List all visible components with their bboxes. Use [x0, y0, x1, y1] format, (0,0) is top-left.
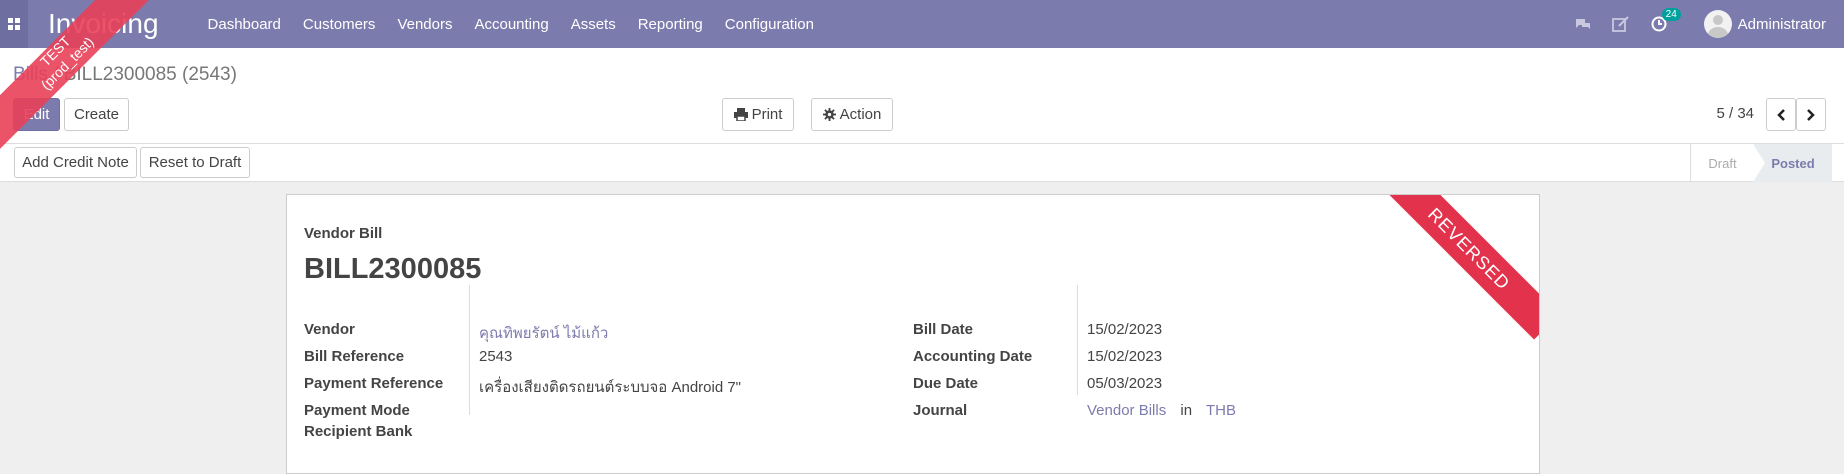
form-statusbar: Add Credit Note Reset to Draft Draft Pos… — [0, 144, 1844, 182]
pager-value[interactable]: 5 / 34 — [1716, 105, 1754, 122]
chevron-left-icon — [1777, 108, 1785, 121]
stage-draft[interactable]: Draft — [1690, 144, 1754, 182]
print-label: Print — [751, 106, 783, 123]
user-name: Administrator — [1737, 15, 1826, 33]
create-button[interactable]: Create — [64, 98, 129, 131]
add-credit-note-button[interactable]: Add Credit Note — [14, 147, 137, 178]
recipient-bank-label: Recipient Bank — [304, 423, 413, 440]
print-button[interactable]: Print — [722, 98, 794, 131]
journal-in-word: in — [1180, 402, 1193, 419]
chat-icon — [1575, 18, 1590, 29]
main-menu: Dashboard Customers Vendors Accounting A… — [197, 16, 825, 33]
reversed-ribbon: REVERSED — [1378, 195, 1539, 340]
notes-button[interactable] — [1602, 16, 1640, 32]
form-sheet: REVERSED Vendor Bill BILL2300085 Vendor … — [286, 194, 1540, 474]
print-icon — [733, 108, 748, 121]
vendor-label: Vendor — [304, 321, 355, 338]
activity-count-badge: 24 — [1661, 8, 1681, 21]
menu-item-reporting[interactable]: Reporting — [627, 16, 714, 33]
top-navbar: Invoicing Dashboard Customers Vendors Ac… — [0, 0, 1844, 48]
payment-reference-label: Payment Reference — [304, 375, 444, 392]
journal-link[interactable]: Vendor Bills — [1087, 402, 1166, 419]
menu-item-customers[interactable]: Customers — [292, 16, 387, 33]
menu-item-dashboard[interactable]: Dashboard — [197, 16, 292, 33]
bill-reference-value: 2543 — [479, 348, 513, 365]
left-column-separator — [469, 285, 470, 415]
avatar — [1703, 10, 1732, 38]
due-date-label: Due Date — [913, 375, 979, 392]
journal-label: Journal — [913, 402, 968, 419]
accounting-date-label: Accounting Date — [913, 348, 1033, 365]
menu-item-assets[interactable]: Assets — [560, 16, 627, 33]
payment-mode-label: Payment Mode — [304, 402, 410, 419]
due-date-value: 05/03/2023 — [1087, 375, 1163, 392]
journal-value: Vendor Bills in THB — [1087, 402, 1236, 419]
stage-posted: Posted — [1753, 144, 1832, 182]
menu-item-vendors[interactable]: Vendors — [386, 16, 463, 33]
vendor-value[interactable]: คุณทิพยรัตน์ ไม้แก้ว — [479, 321, 608, 345]
document-title: BILL2300085 — [304, 253, 482, 285]
stage-posted-label: Posted — [1771, 155, 1815, 171]
right-column-separator — [1077, 285, 1078, 395]
bill-date-label: Bill Date — [913, 321, 974, 338]
pager-next-button[interactable] — [1796, 98, 1826, 131]
currency-link[interactable]: THB — [1206, 402, 1236, 419]
user-menu[interactable]: Administrator — [1703, 10, 1826, 38]
gear-icon — [822, 108, 836, 121]
chevron-right-icon — [1807, 108, 1815, 121]
apps-menu-button[interactable] — [0, 0, 28, 48]
pager-previous-button[interactable] — [1766, 98, 1796, 131]
menu-item-configuration[interactable]: Configuration — [714, 16, 825, 33]
accounting-date-value: 15/02/2023 — [1087, 348, 1163, 365]
control-panel: Bills / BILL2300085 (2543) Edit Create P… — [0, 48, 1844, 144]
menu-item-accounting[interactable]: Accounting — [463, 16, 559, 33]
bill-date-value: 15/02/2023 — [1087, 321, 1163, 338]
breadcrumb-current: BILL2300085 (2543) — [63, 64, 237, 85]
document-type-label: Vendor Bill — [304, 225, 383, 242]
edit-note-icon — [1611, 16, 1629, 32]
navbar-systray: 24 Administrator — [1564, 0, 1844, 48]
action-label: Action — [839, 106, 882, 123]
activity-button[interactable]: 24 — [1640, 8, 1681, 32]
messaging-button[interactable] — [1564, 17, 1602, 32]
grid-icon — [8, 18, 20, 30]
reset-to-draft-button[interactable]: Reset to Draft — [140, 147, 250, 178]
bill-reference-label: Bill Reference — [304, 348, 405, 365]
action-button[interactable]: Action — [811, 98, 893, 131]
payment-reference-value: เครื่องเสียงติดรถยนต์ระบบจอ Android 7" — [479, 379, 742, 396]
